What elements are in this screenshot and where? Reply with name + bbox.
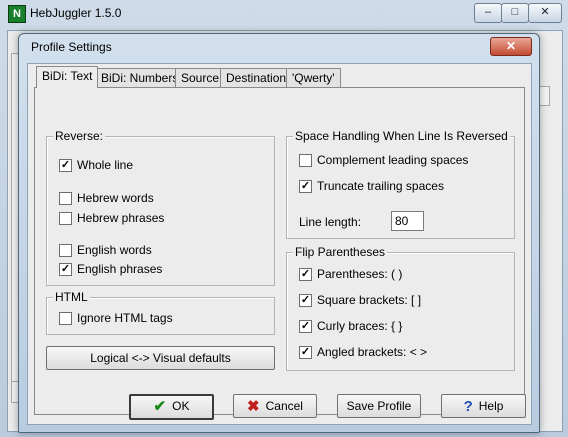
maximize-button[interactable]: □ [501, 3, 529, 23]
ignore-html-tags-label: Ignore HTML tags [77, 311, 173, 325]
main-window-title: HebJuggler 1.5.0 [30, 6, 122, 20]
tab-bidi-numbers[interactable]: BiDi: Numbers [95, 68, 185, 87]
english-phrases-label: English phrases [77, 262, 163, 276]
line-length-label: Line length: [299, 215, 362, 229]
save-profile-button[interactable]: Save Profile [337, 394, 421, 418]
maximize-icon: □ [511, 6, 519, 18]
html-group: HTML Ignore HTML tags [46, 290, 275, 335]
checkbox-box: ✓ [299, 268, 312, 281]
checkbox-box: ✓ [299, 320, 312, 333]
checkbox-box [59, 244, 72, 257]
line-length-input[interactable]: 80 [391, 211, 424, 231]
cancel-button[interactable]: ✖ Cancel [233, 394, 317, 418]
tab-panel: Reverse: ✓ Whole line Hebrew words Hebre… [34, 87, 525, 415]
whole-line-label: Whole line [77, 158, 134, 172]
help-label: Help [478, 399, 504, 413]
help-button[interactable]: ? Help [441, 394, 526, 418]
checkbox-box: ✓ [299, 346, 312, 359]
flip-parentheses-group-label: Flip Parentheses [293, 245, 388, 259]
hebrew-phrases-label: Hebrew phrases [77, 211, 165, 225]
html-group-label: HTML [53, 290, 90, 304]
dialog-close-button[interactable]: ✕ [490, 37, 532, 56]
ok-label: OK [172, 399, 190, 413]
cancel-x-icon: ✖ [247, 398, 260, 415]
parentheses-label: Parentheses: ( ) [317, 267, 403, 281]
profile-settings-dialog: Profile Settings ✕ BiDi: Text BiDi: Numb… [18, 33, 540, 433]
cancel-label: Cancel [265, 399, 303, 413]
minimize-icon: – [484, 6, 492, 18]
space-handling-group: Space Handling When Line Is Reversed Com… [286, 129, 515, 239]
app-icon: N [8, 5, 26, 23]
checkbox-box [59, 192, 72, 205]
tab-source[interactable]: Source [175, 68, 226, 87]
checkbox-box: ✓ [299, 294, 312, 307]
close-icon: ✕ [540, 6, 550, 18]
checkbox-box [299, 154, 312, 167]
flip-parentheses-group: Flip Parentheses ✓ Parentheses: ( ) ✓ Sq… [286, 245, 515, 371]
tab-qwerty[interactable]: 'Qwerty' [286, 68, 341, 87]
tab-destination[interactable]: Destination [220, 68, 293, 87]
help-icon: ? [463, 398, 473, 415]
checkbox-box: ✓ [59, 159, 72, 172]
ok-button[interactable]: ✔ OK [129, 394, 214, 420]
checkbox-box [59, 212, 72, 225]
checkbox-box [59, 312, 72, 325]
reverse-group: Reverse: ✓ Whole line Hebrew words Hebre… [46, 129, 275, 286]
truncate-trailing-spaces-label: Truncate trailing spaces [317, 179, 444, 193]
checkbox-box: ✓ [59, 263, 72, 276]
close-icon: ✕ [505, 39, 517, 53]
reverse-group-label: Reverse: [53, 129, 106, 143]
logical-visual-defaults-button[interactable]: Logical <-> Visual defaults [46, 346, 275, 370]
square-brackets-label: Square brackets: [ ] [317, 293, 422, 307]
main-title-bar[interactable]: N HebJuggler 1.5.0 – □ ✕ [8, 3, 562, 25]
main-close-button[interactable]: ✕ [528, 3, 562, 23]
dialog-body: BiDi: Text BiDi: Numbers Source Destinat… [27, 63, 532, 425]
english-words-label: English words [77, 243, 152, 257]
check-icon: ✔ [153, 398, 167, 415]
dialog-title: Profile Settings [31, 40, 112, 54]
minimize-button[interactable]: – [474, 3, 502, 23]
curly-braces-label: Curly braces: { } [317, 319, 403, 333]
complement-leading-spaces-label: Complement leading spaces [317, 153, 469, 167]
checkbox-box: ✓ [299, 180, 312, 193]
space-handling-group-label: Space Handling When Line Is Reversed [293, 129, 510, 143]
hebrew-words-label: Hebrew words [77, 191, 154, 205]
angled-brackets-label: Angled brackets: < > [317, 345, 428, 359]
tab-bidi-text[interactable]: BiDi: Text [36, 66, 99, 88]
